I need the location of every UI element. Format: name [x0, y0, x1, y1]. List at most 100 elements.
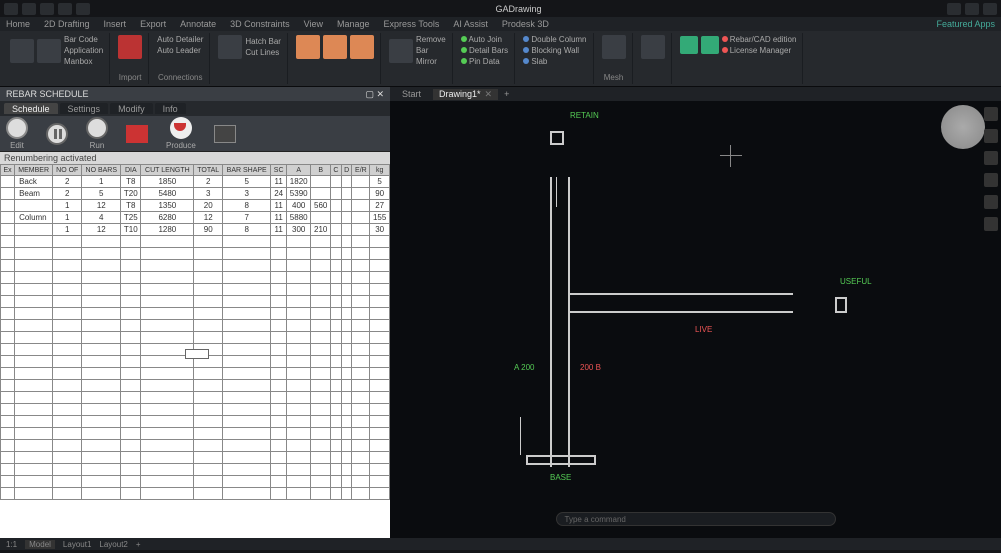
cell[interactable]: 12 [82, 200, 121, 212]
cell[interactable] [1, 176, 15, 188]
col-b[interactable]: B [311, 165, 331, 176]
layout-2[interactable]: Layout2 [99, 540, 127, 549]
rt-tool3-icon[interactable] [984, 151, 998, 165]
stretchbar-icon[interactable] [350, 35, 374, 59]
table-row[interactable] [1, 380, 390, 392]
max-icon[interactable] [965, 3, 979, 15]
rt-manbox[interactable]: Manbox [64, 57, 103, 66]
cell[interactable]: 1 [82, 176, 121, 188]
menu-view[interactable]: View [304, 19, 323, 29]
cell[interactable]: 2 [194, 176, 223, 188]
menu-ai[interactable]: AI Assist [453, 19, 488, 29]
cell[interactable] [1, 224, 15, 236]
table-row[interactable]: Column14T256280127115880155 [1, 212, 390, 224]
grey-tool-icon[interactable] [214, 125, 236, 143]
menu-manage[interactable]: Manage [337, 19, 370, 29]
qat-redo-icon[interactable] [58, 3, 72, 15]
cell[interactable]: 155 [370, 212, 390, 224]
menu-export[interactable]: Export [140, 19, 166, 29]
layout-add-icon[interactable]: + [136, 540, 141, 549]
rt-blockwall[interactable]: Blocking Wall [523, 46, 586, 55]
col-e/r[interactable]: E/R [352, 165, 370, 176]
min-icon[interactable] [947, 3, 961, 15]
col-member[interactable]: MEMBER [15, 165, 53, 176]
cell[interactable]: 11 [271, 224, 287, 236]
cell[interactable]: 2 [53, 176, 82, 188]
hatch-icon[interactable] [218, 35, 242, 59]
col-bar shape[interactable]: BAR SHAPE [223, 165, 271, 176]
col-cut length[interactable]: CUT LENGTH [141, 165, 194, 176]
table-row[interactable] [1, 332, 390, 344]
cell[interactable]: 1 [53, 212, 82, 224]
table-row[interactable] [1, 236, 390, 248]
cell[interactable]: T8 [121, 200, 141, 212]
col-d[interactable]: D [341, 165, 352, 176]
table-row[interactable] [1, 464, 390, 476]
cell[interactable]: 5390 [287, 188, 311, 200]
cell[interactable]: 1820 [287, 176, 311, 188]
cell[interactable]: 1350 [141, 200, 194, 212]
rt-tool1-icon[interactable] [984, 107, 998, 121]
cell[interactable] [311, 176, 331, 188]
cell[interactable]: 1 [53, 224, 82, 236]
cell[interactable]: 1280 [141, 224, 194, 236]
cell[interactable] [330, 188, 341, 200]
menu-3d[interactable]: 3D Constraints [230, 19, 290, 29]
command-line[interactable]: Type a command [556, 512, 836, 526]
cell[interactable] [341, 224, 352, 236]
table-row[interactable] [1, 416, 390, 428]
rt-autojoin[interactable]: Auto Join [461, 35, 508, 44]
table-row[interactable] [1, 428, 390, 440]
cell[interactable]: 11 [271, 212, 287, 224]
table-row[interactable]: Beam25T2054803324539090 [1, 188, 390, 200]
rt-mirror[interactable]: Mirror [416, 57, 446, 66]
cell[interactable]: 1 [53, 200, 82, 212]
table-row[interactable] [1, 440, 390, 452]
help-icon[interactable] [680, 36, 698, 54]
retain-box[interactable] [550, 131, 564, 145]
cell[interactable]: Back [15, 176, 53, 188]
rt-rebarcad[interactable]: Rebar/CAD edition [722, 35, 797, 44]
col-no bars[interactable]: NO BARS [82, 165, 121, 176]
cell[interactable]: 12 [82, 224, 121, 236]
cell[interactable]: 210 [311, 224, 331, 236]
col-total[interactable]: TOTAL [194, 165, 223, 176]
rt-barcode[interactable]: Bar Code [64, 35, 103, 44]
rt-autolead[interactable]: Auto Leader [157, 46, 203, 55]
rt-detailbars[interactable]: Detail Bars [461, 46, 508, 55]
cell[interactable]: 20 [194, 200, 223, 212]
tab-schedule[interactable]: Schedule [4, 103, 58, 114]
rt-cutlines[interactable]: Cut Lines [245, 48, 281, 57]
cell[interactable] [352, 200, 370, 212]
cell[interactable] [341, 212, 352, 224]
col-kg[interactable]: kg [370, 165, 390, 176]
cell[interactable]: 560 [311, 200, 331, 212]
cell[interactable] [1, 188, 15, 200]
tab-drawing[interactable]: Drawing1*✕ [433, 89, 498, 100]
rt-remove[interactable]: Remove [416, 35, 446, 44]
tab-info[interactable]: Info [155, 103, 186, 114]
cell[interactable] [352, 188, 370, 200]
table-row[interactable] [1, 476, 390, 488]
cell[interactable]: 7 [223, 212, 271, 224]
table-row[interactable] [1, 392, 390, 404]
tut-icon[interactable] [701, 36, 719, 54]
cell[interactable] [311, 188, 331, 200]
cell[interactable]: T25 [121, 212, 141, 224]
cell[interactable]: T20 [121, 188, 141, 200]
cell[interactable]: Beam [15, 188, 53, 200]
rt-tool2-icon[interactable] [984, 129, 998, 143]
cell[interactable]: 5 [82, 188, 121, 200]
cell[interactable]: 8 [223, 224, 271, 236]
rt-tool5-icon[interactable] [984, 195, 998, 209]
up-tool-icon[interactable] [86, 117, 108, 139]
cell[interactable]: 90 [370, 188, 390, 200]
cell[interactable]: 8 [223, 200, 271, 212]
edit-bar-icon[interactable] [10, 39, 34, 63]
qat-save-icon[interactable] [22, 3, 36, 15]
setbar-icon[interactable] [296, 35, 320, 59]
rt-bar[interactable]: Bar [416, 46, 446, 55]
edit-tool-icon[interactable] [6, 117, 28, 139]
table-row[interactable] [1, 452, 390, 464]
table-row[interactable] [1, 272, 390, 284]
